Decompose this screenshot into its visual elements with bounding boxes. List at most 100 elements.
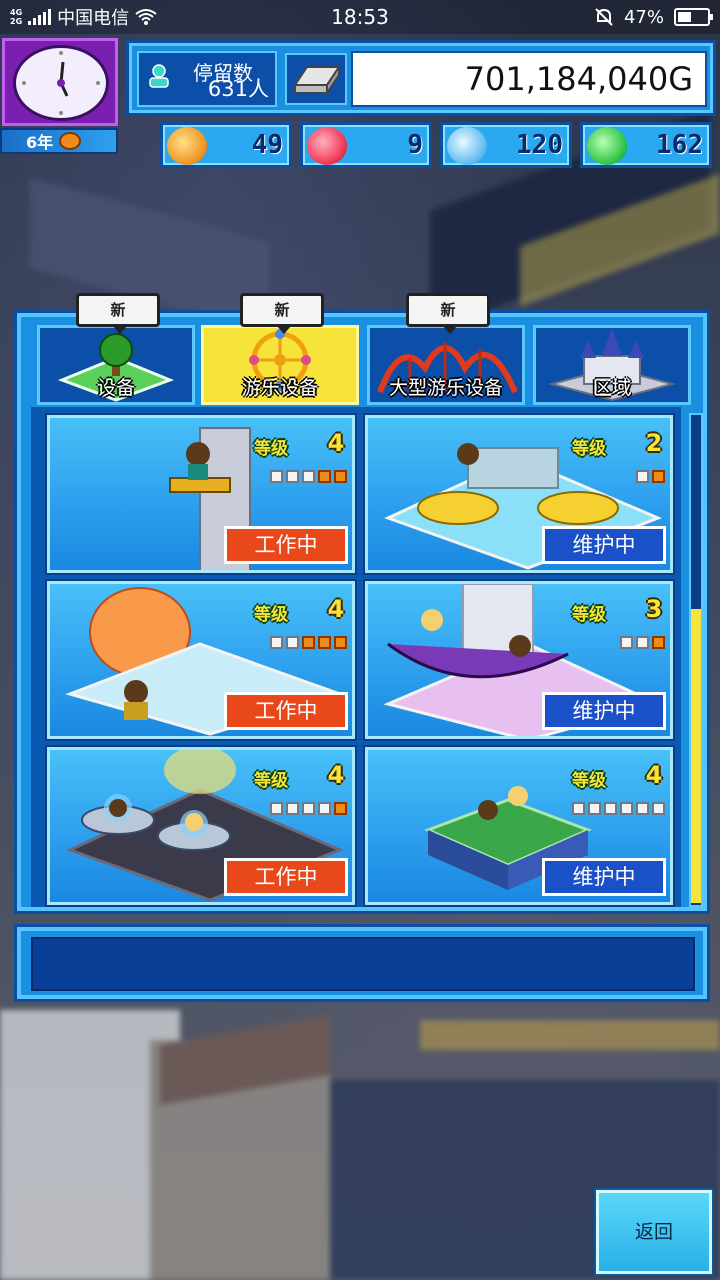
ride-status-badge: 工作中: [224, 526, 348, 564]
level-label: 等级: [254, 771, 288, 791]
tab-label: 区域: [592, 377, 631, 399]
level-label: 等级: [572, 439, 606, 459]
level-progress-pips: [572, 802, 665, 815]
build-menu-panel: 新 设备 新 游乐设备 新 大型游乐设备 区域 等级 4 工作中 等级 2 维护…: [14, 293, 710, 914]
level-progress-pips: [270, 470, 347, 483]
wifi-icon: [135, 9, 157, 25]
orange-medal-icon: [167, 127, 207, 165]
red-flame-icon: [307, 127, 347, 165]
resource-medal: 49: [160, 122, 292, 168]
battery-icon: [674, 8, 713, 26]
level-progress-pips: [620, 636, 665, 649]
level-number: 3: [645, 595, 663, 623]
tab-areas[interactable]: 区域: [533, 325, 691, 405]
level-label: 等级: [254, 439, 288, 459]
level-number: 2: [645, 429, 663, 457]
scrollbar[interactable]: [689, 413, 703, 907]
progress-pip: [636, 802, 649, 815]
progress-pip: [302, 470, 315, 483]
resource-drop: 120: [440, 122, 572, 168]
resource-value: 9: [407, 130, 423, 160]
new-badge: 新: [240, 293, 324, 334]
new-badge: 新: [76, 293, 160, 334]
level-progress-pips: [270, 802, 347, 815]
progress-pip: [334, 802, 347, 815]
visitor-counter: 停留数 631人: [137, 51, 277, 107]
tab-facilities[interactable]: 新 设备: [37, 293, 195, 405]
level-number: 4: [327, 429, 345, 457]
progress-pip: [270, 636, 283, 649]
progress-pip: [652, 636, 665, 649]
park-info-bar: 停留数 631人 701,184,040G: [126, 40, 716, 116]
ride-card[interactable]: 等级 4 工作中: [47, 747, 355, 905]
blue-drop-icon: [447, 127, 487, 165]
level-number: 4: [327, 595, 345, 623]
tab-label: 游乐设备: [241, 377, 318, 399]
new-badge: 新: [406, 293, 490, 334]
progress-pip: [318, 636, 331, 649]
progress-pip: [334, 636, 347, 649]
progress-pip: [620, 802, 633, 815]
ride-card[interactable]: 等级 4 维护中: [365, 747, 673, 905]
tab-large-rides[interactable]: 新 大型游乐设备: [367, 293, 525, 405]
clock-face-icon: [13, 45, 109, 121]
ride-card[interactable]: 等级 2 维护中: [365, 415, 673, 573]
progress-pip: [636, 636, 649, 649]
level-label: 等级: [572, 771, 606, 791]
progress-pip: [636, 470, 649, 483]
ride-card[interactable]: 等级 4 工作中: [47, 581, 355, 739]
scrollbar-thumb[interactable]: [691, 609, 701, 903]
level-number: 4: [327, 761, 345, 789]
carrier-name: 中国电信: [57, 8, 130, 29]
tab-label: 设备: [96, 377, 135, 399]
progress-pip: [318, 470, 331, 483]
level-number: 4: [645, 761, 663, 789]
ride-card[interactable]: 等级 3 维护中: [365, 581, 673, 739]
resource-flame: 9: [300, 122, 432, 168]
pumpkin-icon: [59, 132, 82, 150]
progress-pip: [286, 802, 299, 815]
money-amount: 701,184,040G: [351, 51, 707, 107]
message-panel: [14, 924, 710, 1002]
progress-pip: [302, 802, 315, 815]
green-leaf-icon: [587, 127, 627, 165]
back-button[interactable]: 返回: [596, 1190, 712, 1274]
year-label: 6年: [26, 133, 54, 152]
progress-pip: [588, 802, 601, 815]
progress-pip: [286, 636, 299, 649]
ride-list[interactable]: 等级 4 工作中 等级 2 维护中 等级 4 工作中 等级 3 维护中 等级 4 工作中 等级 4 维护中: [31, 407, 681, 907]
progress-pip: [318, 802, 331, 815]
tab-rides[interactable]: 新 游乐设备: [201, 293, 359, 405]
signal-icon: [28, 9, 52, 25]
visitors-count: 631人: [207, 77, 269, 101]
progress-pip: [652, 802, 665, 815]
progress-pip: [620, 636, 633, 649]
level-progress-pips: [270, 636, 347, 649]
progress-pip: [302, 636, 315, 649]
resource-value: 49: [251, 130, 283, 160]
progress-pip: [572, 802, 585, 815]
level-label: 等级: [572, 605, 606, 625]
battery-percent: 47%: [623, 6, 664, 28]
resource-value: 120: [516, 130, 563, 160]
ride-status-badge: 工作中: [224, 692, 348, 730]
money-bar-icon: [285, 53, 347, 105]
progress-pip: [652, 470, 665, 483]
ride-status-badge: 维护中: [542, 858, 666, 896]
level-progress-pips: [636, 470, 665, 483]
ride-status-badge: 工作中: [224, 858, 348, 896]
year-indicator: 6年: [0, 128, 118, 154]
progress-pip: [604, 802, 617, 815]
tab-label: 大型游乐设备: [388, 377, 503, 399]
game-clock[interactable]: [2, 38, 118, 126]
ride-card[interactable]: 等级 4 工作中: [47, 415, 355, 573]
progress-pip: [286, 470, 299, 483]
mute-bell-icon: [595, 8, 613, 26]
progress-pip: [270, 470, 283, 483]
resource-leaf: 162: [580, 122, 712, 168]
ride-status-badge: 维护中: [542, 692, 666, 730]
person-icon: [147, 63, 171, 88]
status-bar: 4G 2G 中国电信 18:53 47%: [0, 0, 720, 34]
message-text: [31, 937, 695, 991]
progress-pip: [270, 802, 283, 815]
